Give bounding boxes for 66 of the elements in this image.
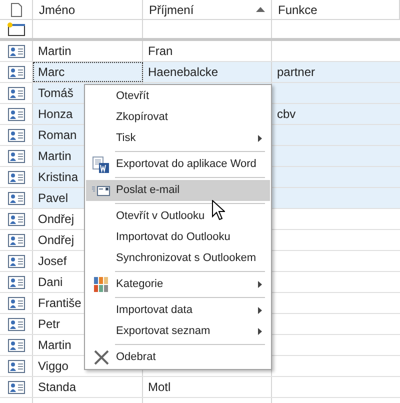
contact-card-icon (8, 318, 24, 330)
contact-card-icon (8, 234, 24, 246)
menu-item[interactable]: Zkopírovat (86, 107, 270, 128)
table-cell-text: Dani (38, 274, 63, 291)
submenu-arrow-icon (258, 307, 262, 314)
column-header[interactable]: Funkce (272, 0, 400, 19)
table-cell-text: Martin (38, 43, 72, 60)
table-cell-text: Viggo (38, 358, 68, 375)
document-icon (10, 2, 22, 16)
submenu-arrow-icon (258, 328, 262, 335)
menu-item[interactable]: Exportovat do aplikace Word (86, 154, 270, 175)
table-cell-text: Františe (38, 295, 82, 312)
contact-card-icon (8, 128, 24, 142)
contact-card-icon (8, 360, 24, 372)
table-cell-text: Tomáš (38, 85, 74, 102)
mouse-cursor-icon (212, 200, 225, 220)
menu-item[interactable]: Poslat e-mail (86, 180, 270, 201)
table-cell-text: Martin (38, 148, 72, 165)
contact-card-icon (8, 276, 24, 288)
menu-item[interactable]: Importovat data (86, 300, 270, 321)
contact-card-icon (8, 212, 24, 226)
table-cell-text: Ondřej (38, 211, 74, 228)
contact-card-icon (8, 150, 24, 162)
table-cell-text: partner (277, 64, 316, 81)
contact-card-icon (8, 254, 24, 268)
table-cell-text: cbv (277, 106, 296, 123)
submenu-arrow-icon (258, 281, 262, 288)
menu-item[interactable]: Synchronizovat s Outlookem (86, 248, 270, 269)
menu-item[interactable]: Otevřít v Outlooku (86, 206, 270, 227)
table-cell-text: Petr (38, 316, 60, 333)
menu-item[interactable]: Odebrat (86, 347, 270, 368)
table-cell-text: Pavel (38, 190, 68, 207)
word-document-icon (92, 156, 110, 174)
table-cell-text: Honza (38, 106, 73, 123)
submenu-arrow-icon (258, 135, 262, 142)
contact-card-icon (8, 86, 24, 100)
menu-item[interactable]: Otevřít (86, 86, 270, 107)
contact-card-icon (8, 66, 24, 78)
table-cell-text: Roman (38, 127, 77, 144)
close-icon (94, 350, 108, 365)
menu-item[interactable]: Exportovat seznam (86, 321, 270, 342)
new-window-icon[interactable] (7, 22, 25, 36)
table-cell-text: Josef (38, 253, 67, 270)
table-cell-text: Standa (38, 379, 76, 396)
column-header[interactable]: Jméno (33, 0, 143, 19)
menu-item[interactable]: Importovat do Outlooku (86, 227, 270, 248)
contact-card-icon (8, 338, 24, 352)
table-cell-text: Martin (38, 337, 72, 354)
color-grid-icon (94, 277, 108, 292)
table-cell-text: Kristina (38, 169, 78, 186)
sort-ascending-icon (256, 7, 265, 12)
table-cell-text: Ondřej (38, 232, 74, 249)
envelope-icon (92, 184, 110, 196)
contact-card-icon (8, 296, 24, 310)
table-cell-text: Haenebalcke (148, 64, 218, 81)
menu-item[interactable]: Kategorie (86, 274, 270, 295)
menu-item[interactable]: Tisk (86, 128, 270, 149)
table-cell-text: Marc (38, 64, 65, 81)
contact-card-icon (8, 192, 24, 204)
table-cell-text: Motl (148, 379, 171, 396)
table-cell-text: Fran (148, 43, 173, 60)
contact-card-icon (8, 380, 24, 394)
contact-card-icon (8, 108, 24, 120)
column-header[interactable]: Příjmení (143, 0, 272, 19)
contact-card-icon (8, 44, 24, 58)
contact-card-icon (8, 170, 24, 184)
